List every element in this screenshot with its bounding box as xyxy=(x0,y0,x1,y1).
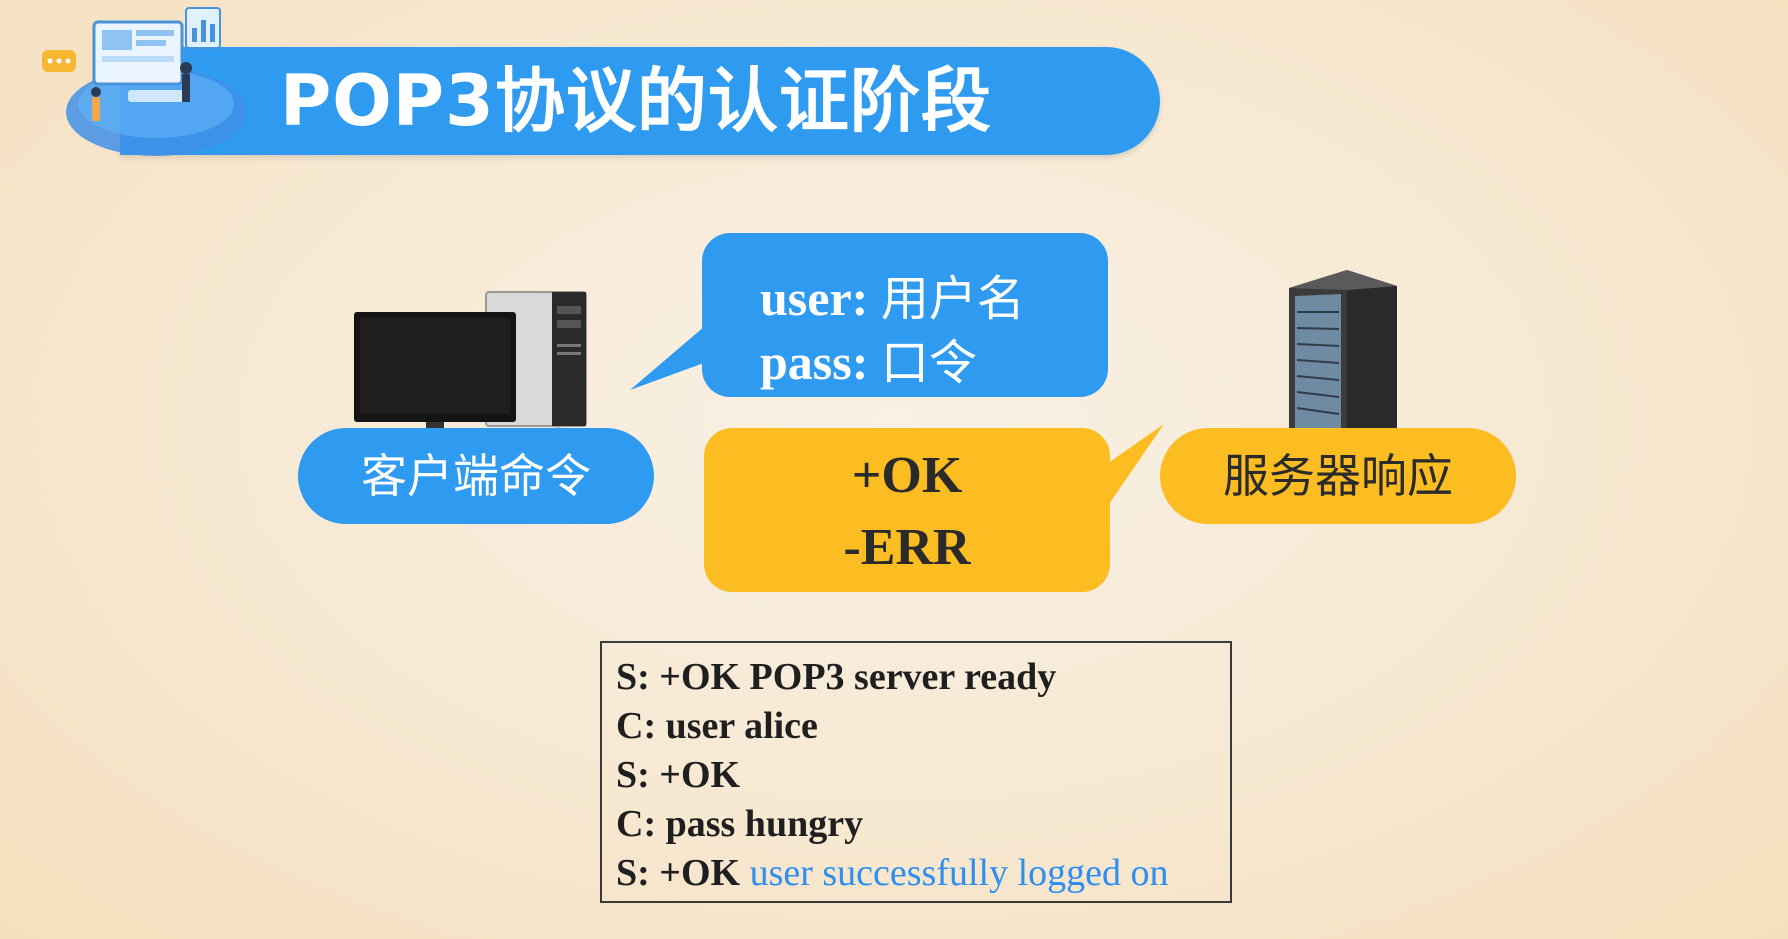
session-log: S: +OK POP3 server ready C: user alice S… xyxy=(600,641,1232,903)
server-response-label: 服务器响应 xyxy=(1160,428,1516,524)
log-line: C: pass hungry xyxy=(616,803,864,845)
user-command-key: user: xyxy=(760,270,869,326)
response-ok: +OK xyxy=(851,447,963,504)
response-err: -ERR xyxy=(843,519,971,576)
client-command-bubble: user: 用户名 pass: 口令 xyxy=(702,233,1108,397)
pass-command-key: pass: xyxy=(760,334,869,390)
user-command-value: 用户名 xyxy=(880,271,1025,327)
pass-command-value: 口令 xyxy=(880,335,977,391)
server-rack-icon xyxy=(1289,270,1397,452)
log-line: S: +OK POP3 server ready xyxy=(616,656,1057,698)
slide-title: POP3协议的认证阶段 xyxy=(280,60,992,142)
log-line: S: +OK xyxy=(616,754,741,796)
pass-command-line: pass: 口令 xyxy=(760,323,977,393)
server-response-bubble: +OK -ERR xyxy=(704,428,1110,592)
log-note: user successfully logged on xyxy=(749,852,1169,894)
title-banner: POP3协议的认证阶段 xyxy=(120,47,1160,155)
log-line: C: user alice xyxy=(616,705,818,747)
user-command-line: user: 用户名 xyxy=(760,259,1025,329)
client-command-label: 客户端命令 xyxy=(298,428,654,524)
office-illustration xyxy=(42,7,246,156)
log-line: S: +OK user successfully logged on xyxy=(616,852,1169,894)
